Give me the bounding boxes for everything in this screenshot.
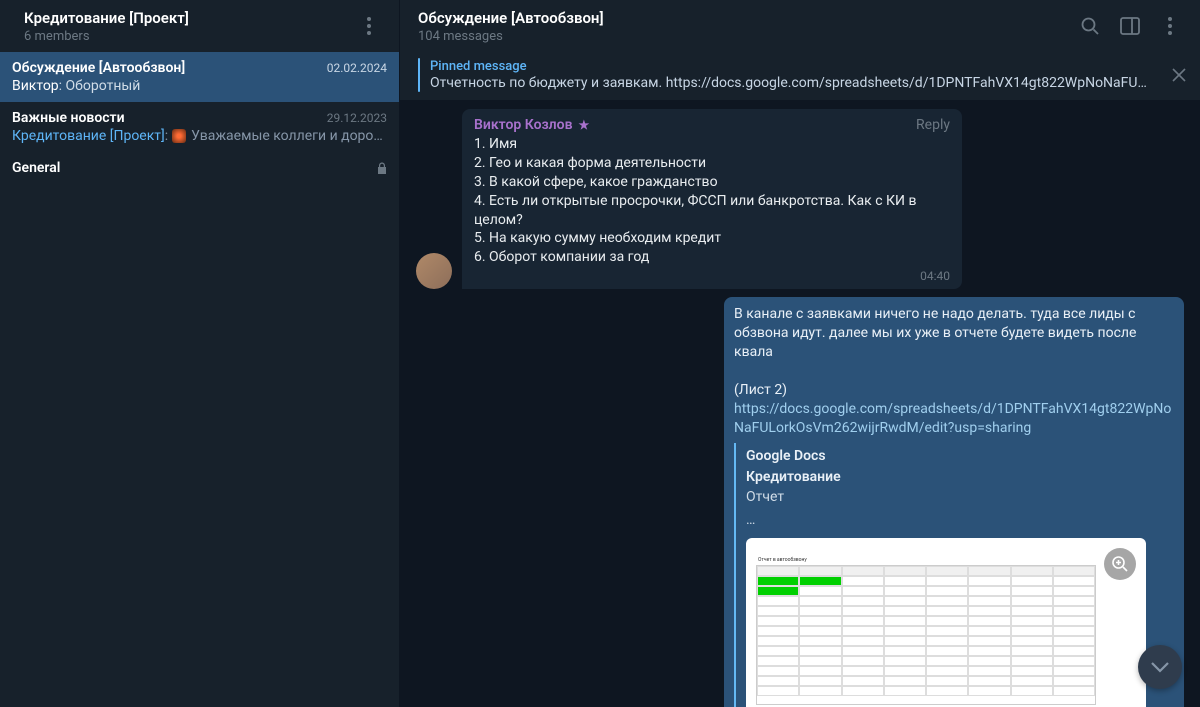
chevron-down-icon bbox=[1150, 661, 1170, 673]
search-button[interactable] bbox=[1072, 8, 1108, 44]
star-icon: ★ bbox=[579, 118, 590, 132]
message-bubble[interactable]: Виктор Козлов ★ Reply 1. Имя 2. Гео и ка… bbox=[462, 109, 962, 289]
main-title: Обсуждение [Автообзвон] bbox=[418, 9, 604, 27]
chat-list: Обсуждение [Автообзвон] 02.02.2024 Викто… bbox=[0, 52, 399, 707]
chat-item-preview: Кредитование [Проект]: Уважаемые коллеги… bbox=[12, 128, 387, 144]
sidebar-more-button[interactable] bbox=[351, 8, 387, 44]
sidebar: Кредитование [Проект] 6 members Обсужден… bbox=[0, 0, 400, 707]
sidebar-header: Кредитование [Проект] 6 members bbox=[0, 0, 399, 52]
link-preview-card[interactable]: Google Docs Кредитование Отчет … Отчет в… bbox=[734, 443, 1174, 707]
preview-ellipsis: … bbox=[746, 511, 1174, 530]
avatar[interactable] bbox=[416, 253, 452, 289]
chat-item-title: General bbox=[12, 160, 60, 176]
message-outgoing: В канале с заявками ничего не надо делат… bbox=[416, 297, 1184, 707]
chat-item-title: Обсуждение [Автообзвон] bbox=[12, 60, 185, 76]
pinned-label: Pinned message bbox=[430, 59, 1162, 74]
main-area: Обсуждение [Автообзвон] 104 messages Pin… bbox=[400, 0, 1200, 707]
pinned-text: Отчетность по бюджету и заявкам. https:/… bbox=[430, 75, 1162, 91]
pinned-message-bar[interactable]: Pinned message Отчетность по бюджету и з… bbox=[400, 52, 1200, 101]
main-header: Обсуждение [Автообзвон] 104 messages bbox=[400, 0, 1200, 52]
chat-item-title: Важные новости bbox=[12, 110, 125, 126]
message-body: 1. Имя 2. Гео и какая форма деятельности… bbox=[474, 135, 950, 267]
sidebar-toggle-button[interactable] bbox=[1112, 8, 1148, 44]
message-incoming: Виктор Козлов ★ Reply 1. Имя 2. Гео и ка… bbox=[416, 109, 1184, 289]
message-time: 04:40 bbox=[474, 269, 950, 283]
spreadsheet-thumbnail bbox=[756, 565, 1096, 705]
search-icon bbox=[1080, 16, 1100, 36]
message-author[interactable]: Виктор Козлов ★ bbox=[474, 117, 589, 133]
messages-area[interactable]: Виктор Козлов ★ Reply 1. Имя 2. Гео и ка… bbox=[400, 101, 1200, 707]
sidebar-subtitle: 6 members bbox=[24, 29, 189, 44]
message-text: В канале с заявками ничего не надо делат… bbox=[734, 305, 1174, 362]
preview-source: Google Docs bbox=[746, 447, 1174, 466]
panel-icon bbox=[1120, 17, 1140, 35]
more-vertical-icon bbox=[367, 17, 371, 35]
zoom-icon bbox=[1111, 555, 1129, 573]
main-subtitle: 104 messages bbox=[418, 29, 604, 44]
zoom-button[interactable] bbox=[1104, 548, 1136, 580]
chat-item-preview: Виктор: Оборотный bbox=[12, 78, 387, 94]
more-vertical-icon bbox=[1168, 17, 1172, 35]
preview-title: Кредитование bbox=[746, 468, 1174, 487]
chat-item[interactable]: Обсуждение [Автообзвон] 02.02.2024 Викто… bbox=[0, 52, 399, 102]
scroll-down-button[interactable] bbox=[1138, 645, 1182, 689]
sidebar-title-group[interactable]: Кредитование [Проект] 6 members bbox=[24, 9, 189, 44]
pinned-close-button[interactable] bbox=[1172, 68, 1186, 82]
sidebar-title: Кредитование [Проект] bbox=[24, 9, 189, 27]
sheet-thumb-label: Отчет в автообзвону bbox=[756, 556, 1136, 565]
pin-indicator bbox=[418, 58, 420, 92]
main-more-button[interactable] bbox=[1152, 8, 1188, 44]
chat-item-date: 02.02.2024 bbox=[327, 61, 387, 75]
preview-desc: Отчет bbox=[746, 488, 1174, 507]
chat-item[interactable]: General bbox=[0, 152, 399, 184]
main-title-group[interactable]: Обсуждение [Автообзвон] 104 messages bbox=[418, 9, 604, 44]
close-icon bbox=[1172, 68, 1186, 82]
chat-item-date: 29.12.2023 bbox=[327, 111, 387, 125]
message-text: (Лист 2) bbox=[734, 381, 1174, 400]
reply-button[interactable]: Reply bbox=[916, 117, 950, 133]
message-link[interactable]: https://docs.google.com/spreadsheets/d/1… bbox=[734, 401, 1171, 436]
lock-icon bbox=[377, 162, 387, 174]
emoji-icon bbox=[172, 129, 186, 143]
preview-image[interactable]: Отчет в автообзвону bbox=[746, 538, 1146, 707]
chat-item[interactable]: Важные новости 29.12.2023 Кредитование [… bbox=[0, 102, 399, 152]
message-bubble[interactable]: В канале с заявками ничего не надо делат… bbox=[724, 297, 1184, 707]
